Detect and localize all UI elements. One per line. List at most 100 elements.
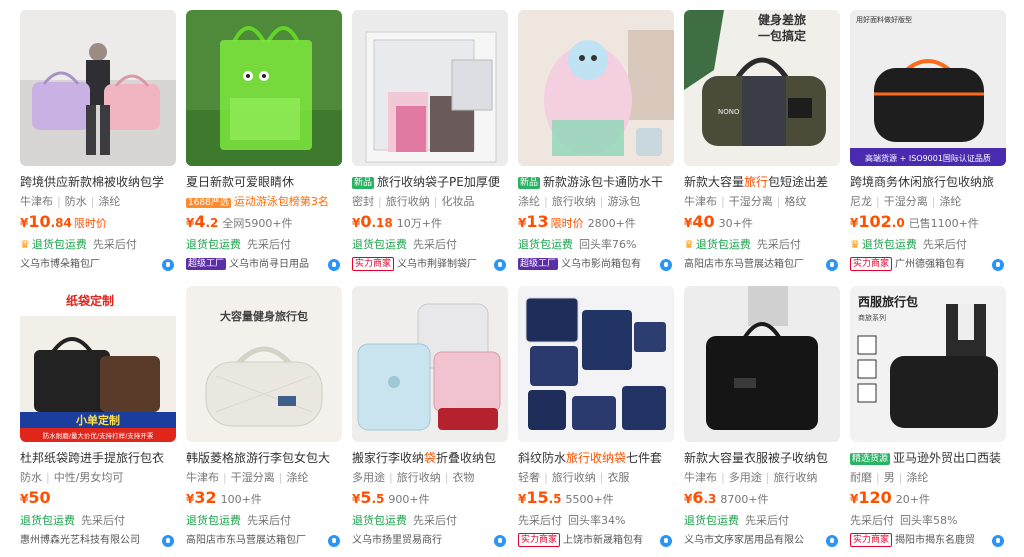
product-title[interactable]: 精选货源 亚马逊外贸出口西装 <box>850 450 1006 467</box>
product-attributes: 牛津布 | 防水 | 涤纶 <box>20 195 121 208</box>
product-title[interactable]: 新品 新款游泳包卡通防水干 <box>518 174 674 191</box>
image-text: 西服旅行包 <box>858 294 918 309</box>
product-card[interactable]: 健身差旅 一包搞定 NONO 新款大容量旅行包短途出差 牛津布 | 干湿分离 | 格纹 … <box>684 10 840 280</box>
product-image[interactable] <box>20 10 176 166</box>
super-factory-badge: 超级工厂 <box>518 258 559 270</box>
product-card[interactable]: 大容量健身旅行包 韩版菱格旅游行李包女包大 牛津布 | 干湿分离 | 涤纶 ¥32 100… <box>186 286 342 556</box>
product-image[interactable]: 用好面料做好版型 高端货源 + ISO9001国际认证品质 <box>850 10 1006 166</box>
product-card[interactable]: 1688严选夏日新款可爱眼睛休 1688严选运动游泳包榜第3名 ¥4.2全网59… <box>186 10 342 280</box>
product-image[interactable] <box>352 10 508 166</box>
price-line: ¥120 20+件 <box>850 488 930 507</box>
product-attributes: 多用途 | 旅行收纳 | 衣物 <box>352 471 475 484</box>
price: ¥4.2 <box>186 212 219 231</box>
strength-merchant-badge: 实力商家 <box>352 257 395 271</box>
shop-name[interactable]: 高阳店市东马营展达箱包厂 <box>684 257 840 273</box>
shop-name[interactable]: 实力商家 义乌市荆驿制袋厂 <box>352 257 508 273</box>
new-badge: 新品 <box>518 177 541 189</box>
price: ¥15.5 <box>518 488 562 507</box>
product-image[interactable] <box>684 286 840 442</box>
services: 先采后付 回头率58% <box>850 514 958 527</box>
chat-icon[interactable] <box>992 259 1004 271</box>
price-line: ¥102.0 已售1100+件 <box>850 212 979 231</box>
chat-icon[interactable] <box>826 259 838 271</box>
services: 退货包运费 先采后付 <box>20 514 125 527</box>
product-card[interactable]: 斜纹防水旅行收纳袋七件套 轻奢 | 旅行收纳 | 衣服 ¥15.5 5500+件 先采后付… <box>518 286 674 556</box>
product-card[interactable]: 新品 旅行收纳袋子PE加厚便 密封 | 旅行收纳 | 化妆品 ¥0.18 10万+件 退货包… <box>352 10 508 280</box>
shop-name[interactable]: 实力商家 揭阳市揭东名鹿贸 <box>850 533 1006 549</box>
product-title[interactable]: 斜纹防水旅行收纳袋七件套 <box>518 450 674 467</box>
shop-name[interactable]: 惠州博森光艺科技有限公司 <box>20 533 176 549</box>
price-line: ¥32 100+件 <box>186 488 262 507</box>
strength-merchant-badge: 实力商家 <box>518 533 561 547</box>
product-card[interactable]: 用好面料做好版型 高端货源 + ISO9001国际认证品质 跨境商务休闲旅行包收… <box>850 10 1006 280</box>
chat-icon[interactable] <box>328 259 340 271</box>
shop-name[interactable]: 义乌市扬里贸易商行 <box>352 533 508 549</box>
services: ♛ 退货包运费 先采后付 <box>20 238 137 251</box>
product-title[interactable]: 跨境供应新款棉被收纳包学 <box>20 174 176 191</box>
crown-icon: ♛ <box>20 238 30 251</box>
chat-icon[interactable] <box>494 535 506 547</box>
product-attributes: 牛津布 | 多用途 | 旅行收纳 <box>684 471 818 484</box>
product-title[interactable]: 新款大容量旅行包短途出差 <box>684 174 840 191</box>
chat-icon[interactable] <box>826 535 838 547</box>
chat-icon[interactable] <box>494 259 506 271</box>
product-attributes: 耐磨 | 男 | 涤纶 <box>850 471 929 484</box>
product-image[interactable]: 健身差旅 一包搞定 NONO <box>684 10 840 166</box>
product-title[interactable]: 1688严选夏日新款可爱眼睛休 <box>186 174 342 191</box>
price: ¥40 <box>684 212 715 231</box>
product-image[interactable]: 西服旅行包 商旅系列 <box>850 286 1006 442</box>
price: ¥0.18 <box>352 212 393 231</box>
product-image[interactable]: 纸袋定制 小单定制 防水耐磨/量大价优/支持打样/支持开票 <box>20 286 176 442</box>
product-card[interactable]: 跨境供应新款棉被收纳包学 牛津布 | 防水 | 涤纶 ¥10.84 限时价 ♛ 退货包运费先… <box>20 10 176 280</box>
price-tag: 限时价 <box>73 217 107 230</box>
product-title[interactable]: 新品 旅行收纳袋子PE加厚便 <box>352 174 508 191</box>
chat-icon[interactable] <box>162 535 174 547</box>
price-line: ¥5.5 900+件 <box>352 488 430 507</box>
product-card[interactable]: 新款大容量衣服被子收纳包 牛津布 | 多用途 | 旅行收纳 ¥6.3 8700+件 退货包… <box>684 286 840 556</box>
shop-name[interactable]: 超级工厂 义乌市影尚箱包有 <box>518 257 674 273</box>
chat-icon[interactable] <box>328 535 340 547</box>
product-image[interactable] <box>352 286 508 442</box>
product-title[interactable]: 新款大容量衣服被子收纳包 <box>684 450 840 467</box>
product-card[interactable]: 搬家行李收纳袋折叠收纳包 多用途 | 旅行收纳 | 衣物 ¥5.5 900+件 退货包运费… <box>352 286 508 556</box>
product-attributes: 1688严选 运动游泳包榜第3名 <box>186 195 329 208</box>
product-image[interactable]: 大容量健身旅行包 <box>186 286 342 442</box>
shop-name[interactable]: 实力商家 广州德强箱包有 <box>850 257 1006 273</box>
crown-icon: ♛ <box>684 238 694 251</box>
shop-name[interactable]: 义乌市博朵箱包厂 <box>20 257 176 273</box>
product-title[interactable]: 杜邦纸袋跨进手提旅行包衣 <box>20 450 176 467</box>
shop-name[interactable]: 义乌市文序家居用品有限公 <box>684 533 840 549</box>
services: ♛ 退货包运费 先采后付 <box>684 238 801 251</box>
crown-icon: ♛ <box>850 238 860 251</box>
product-card[interactable]: 新品 新款游泳包卡通防水干 涤纶 | 旅行收纳 | 游泳包 ¥13 限时价 2800+件 退货… <box>518 10 674 280</box>
chat-icon[interactable] <box>992 535 1004 547</box>
price: ¥120 <box>850 488 892 507</box>
product-title[interactable]: 跨境商务休闲旅行包收纳旅 <box>850 174 1006 191</box>
price-line: ¥0.18 10万+件 <box>352 212 442 231</box>
product-title[interactable]: 搬家行李收纳袋折叠收纳包 <box>352 450 508 467</box>
image-text: 商旅系列 <box>858 313 886 322</box>
image-text: 高端货源 + ISO9001国际认证品质 <box>865 153 991 163</box>
price-line: ¥15.5 5500+件 <box>518 488 614 507</box>
price-line: ¥40 30+件 <box>684 212 753 231</box>
shop-name[interactable]: 实力商家 上饶市新晟箱包有 <box>518 533 674 549</box>
product-image[interactable] <box>186 10 342 166</box>
product-image[interactable] <box>518 10 674 166</box>
product-attributes: 密封 | 旅行收纳 | 化妆品 <box>352 195 475 208</box>
product-image[interactable] <box>518 286 674 442</box>
product-card[interactable]: 西服旅行包 商旅系列 精选货源 亚马逊外贸出口西装 耐磨 | 男 | 涤纶 ¥120 20+… <box>850 286 1006 556</box>
chat-icon[interactable] <box>660 535 672 547</box>
image-text: 大容量健身旅行包 <box>220 309 308 323</box>
chat-icon[interactable] <box>660 259 672 271</box>
shop-name[interactable]: 高阳店市东马营展达箱包厂 <box>186 533 342 549</box>
product-card[interactable]: 纸袋定制 小单定制 防水耐磨/量大价优/支持打样/支持开票 杜邦纸袋跨进手提旅行… <box>20 286 176 556</box>
product-attributes: 牛津布 | 干湿分离 | 格纹 <box>684 195 807 208</box>
services: 退货包运费 先采后付 <box>186 514 291 527</box>
services: 退货包运费 先采后付 <box>352 514 457 527</box>
price: ¥102.0 <box>850 212 905 231</box>
chat-icon[interactable] <box>162 259 174 271</box>
shop-name[interactable]: 超级工厂 义乌市尚寻日用品 <box>186 257 342 273</box>
product-attributes: 涤纶 | 旅行收纳 | 游泳包 <box>518 195 641 208</box>
product-title[interactable]: 韩版菱格旅游行李包女包大 <box>186 450 342 467</box>
image-text: 用好面料做好版型 <box>856 15 912 24</box>
